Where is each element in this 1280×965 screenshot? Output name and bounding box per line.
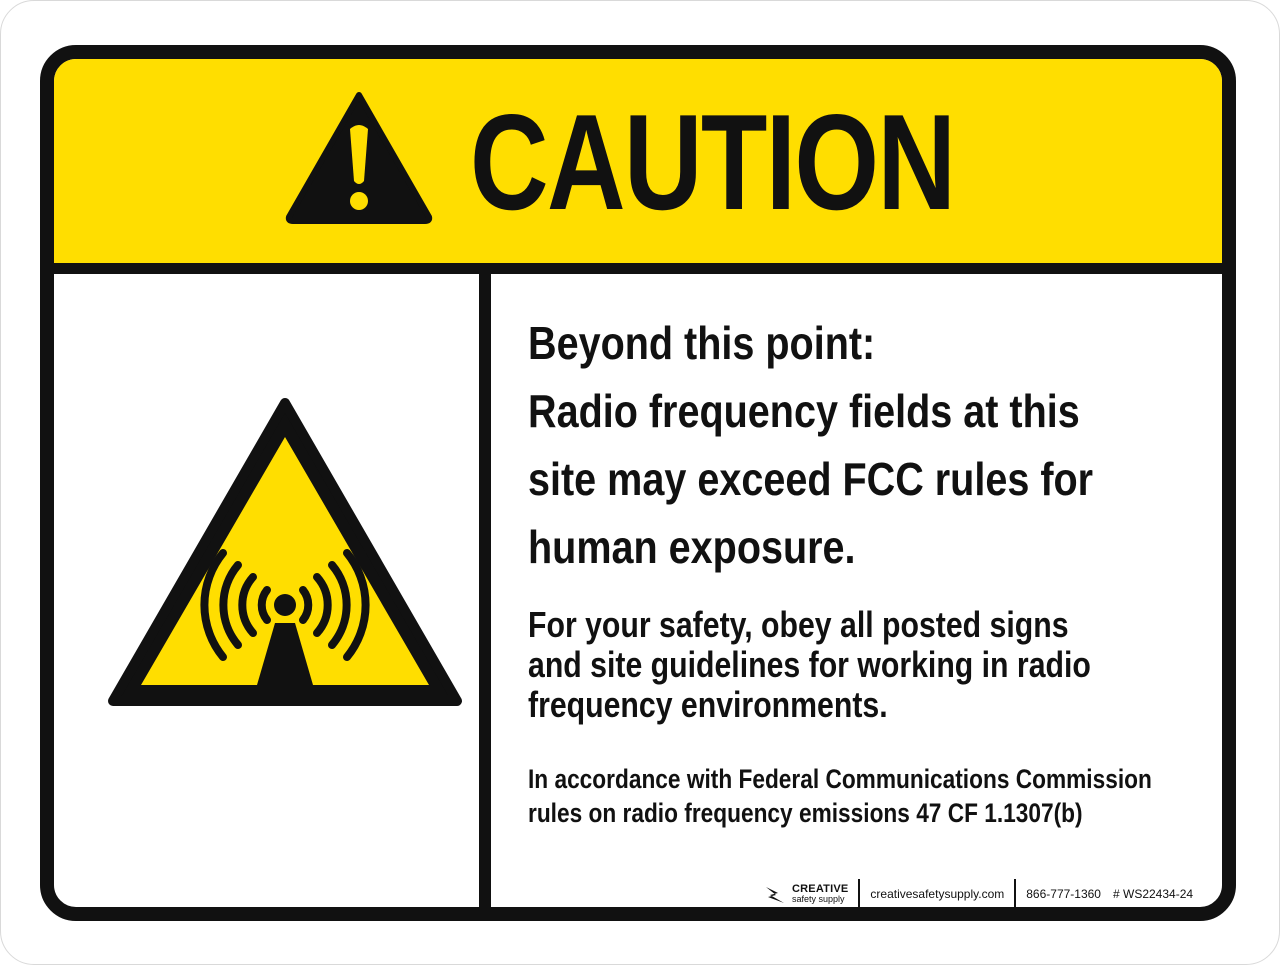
footer-separator <box>1014 879 1017 907</box>
headline-line: Radio frequency fields at this <box>528 385 1080 437</box>
brand-mark-icon <box>766 887 784 903</box>
regulation-line: In accordance with Federal Communication… <box>528 764 1152 794</box>
headline-line: Beyond this point: <box>528 317 876 369</box>
phone-text: 866-777-1360 <box>1026 887 1101 901</box>
caution-title: CAUTION <box>470 86 956 238</box>
headline-line: site may exceed FCC rules for <box>528 453 1094 505</box>
non-ionizing-radiation-icon <box>108 398 462 706</box>
regulation-text: In accordance with Federal Communication… <box>528 762 1222 830</box>
warning-triangle-icon <box>285 92 433 224</box>
brand-logo: CREATIVE safety supply <box>764 883 848 905</box>
instruction-line: frequency environments. <box>528 684 888 725</box>
sign-footer: CREATIVE safety supply creativesafetysup… <box>764 877 1194 907</box>
caution-header: CAUTION <box>54 59 1222 274</box>
headline-line: human exposure. <box>528 521 856 573</box>
footer-separator <box>858 879 861 907</box>
headline-text: Beyond this point: Radio frequency field… <box>528 309 1185 581</box>
regulation-line: rules on radio frequency emissions 47 CF… <box>528 798 1083 828</box>
brand-subtitle: safety supply <box>792 894 845 904</box>
product-code: # WS22434-24 <box>1112 887 1194 901</box>
caution-sign: CAUTION Beyond this point: Radio frequen… <box>40 45 1236 921</box>
instruction-text: For your safety, obey all posted signs a… <box>528 605 1198 725</box>
panel-divider <box>479 263 491 907</box>
brand-name: CREATIVE <box>792 883 849 895</box>
instruction-line: For your safety, obey all posted signs <box>528 604 1069 645</box>
instruction-line: and site guidelines for working in radio <box>528 644 1091 685</box>
website-text: creativesafetysupply.com <box>870 887 1005 901</box>
